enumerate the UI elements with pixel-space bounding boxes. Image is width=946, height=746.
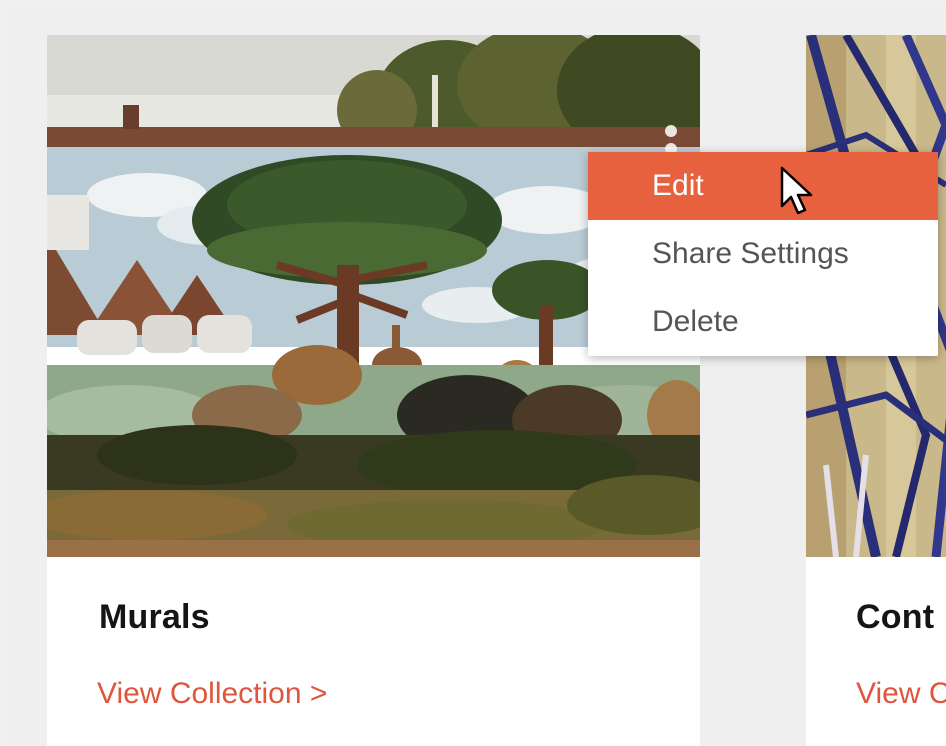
card-title: Murals — [99, 598, 210, 636]
menu-item-edit[interactable]: Edit — [588, 152, 938, 220]
vertical-dots-icon — [665, 125, 677, 137]
card-title: Cont — [856, 598, 935, 636]
menu-item-delete[interactable]: Delete — [588, 288, 938, 356]
menu-item-share-settings[interactable]: Share Settings — [588, 220, 938, 288]
card-options-menu: Edit Share Settings Delete — [588, 152, 938, 356]
view-collection-link[interactable]: View C — [856, 677, 946, 711]
view-collection-link[interactable]: View Collection > — [97, 677, 327, 711]
collection-card-murals[interactable]: Murals View Collection > — [47, 35, 700, 746]
mouse-pointer-icon — [780, 166, 814, 221]
collection-card-partial[interactable]: Cont View C — [806, 35, 946, 746]
